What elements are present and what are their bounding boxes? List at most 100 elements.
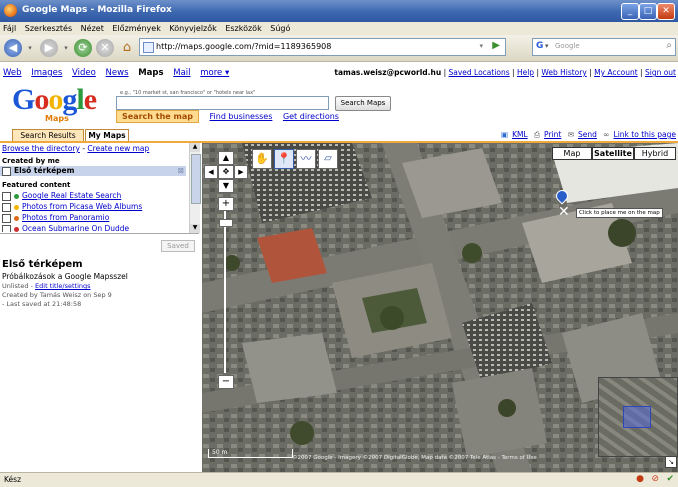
gbar-mail[interactable]: Mail <box>173 68 190 78</box>
menu-file[interactable]: Fájl <box>3 24 16 33</box>
search-icon[interactable]: ⌕ <box>666 40 672 51</box>
my-account-link[interactable]: My Account <box>594 68 638 77</box>
close-button[interactable]: ✕ <box>657 3 675 20</box>
shape-tool-icon[interactable]: ▱ <box>318 149 338 169</box>
print-icon[interactable]: ⎙ <box>534 130 540 139</box>
menu-view[interactable]: Nézet <box>81 24 104 33</box>
menu-help[interactable]: Súgó <box>270 24 290 33</box>
web-history-link[interactable]: Web History <box>541 68 586 77</box>
collapse-icon[interactable]: ⊠ <box>178 166 184 175</box>
map-type-hybrid-button[interactable]: Hybrid <box>634 147 676 160</box>
gbar-video[interactable]: Video <box>72 68 96 78</box>
map-type-satellite-button[interactable]: Satellite <box>592 147 634 160</box>
adblock-icon[interactable]: ⊘ <box>651 474 659 484</box>
print-link[interactable]: Print <box>544 130 561 139</box>
tab-search-the-map[interactable]: Search the map <box>116 110 199 123</box>
featured-item[interactable]: Ocean Submarine On Dudde <box>2 224 129 232</box>
my-map-item[interactable]: Első térképem ⊠ <box>0 166 186 176</box>
search-engine-icon[interactable]: G <box>536 41 543 51</box>
back-dropdown-icon[interactable]: ▾ <box>26 39 34 57</box>
featured-checkbox[interactable] <box>2 224 11 232</box>
create-new-map-link[interactable]: Create new map <box>87 144 149 153</box>
tab-search-results[interactable]: Search Results <box>12 129 84 141</box>
scroll-thumb[interactable] <box>191 154 201 204</box>
saved-button[interactable]: Saved <box>161 240 195 252</box>
map-type-map-button[interactable]: Map <box>552 147 592 160</box>
last-saved-text: Last saved at 21:48:58 <box>6 300 82 308</box>
security-icon[interactable]: ✔ <box>666 474 674 484</box>
stop-icon[interactable]: ✕ <box>96 39 114 57</box>
sign-out-link[interactable]: Sign out <box>645 68 676 77</box>
zoom-out-icon[interactable]: − <box>218 375 234 389</box>
placemark-tool-icon[interactable]: 📍 <box>274 149 294 169</box>
pan-up-icon[interactable]: ▲ <box>218 151 234 165</box>
pan-left-icon[interactable]: ◀ <box>204 165 218 179</box>
my-map-checkbox[interactable] <box>2 166 11 176</box>
hand-tool-icon[interactable]: ✋ <box>252 149 272 169</box>
tab-find-businesses[interactable]: Find businesses <box>210 112 273 121</box>
featured-checkbox[interactable] <box>2 191 11 201</box>
browse-directory-link[interactable]: Browse the directory <box>2 144 80 153</box>
mail-icon[interactable]: ✉ <box>568 130 574 139</box>
status-addon-icon[interactable]: ● <box>636 474 644 484</box>
overview-toggle-icon[interactable]: ↘ <box>665 456 677 468</box>
reload-icon[interactable]: ⟳ <box>74 39 92 57</box>
address-bar[interactable]: http://maps.google.com/?mid=1189365908 ▾… <box>139 38 506 56</box>
saved-locations-link[interactable]: Saved Locations <box>448 68 509 77</box>
list-scrollbar[interactable]: ▲ ▼ <box>189 143 201 233</box>
back-icon[interactable]: ◀ <box>4 39 22 57</box>
gbar-news[interactable]: News <box>106 68 129 78</box>
zoom-in-icon[interactable]: + <box>218 197 234 211</box>
go-icon[interactable]: ▶ <box>492 40 500 51</box>
overview-viewport-box[interactable] <box>623 406 651 428</box>
gbar-web[interactable]: Web <box>3 68 22 78</box>
search-maps-button[interactable]: Search Maps <box>335 96 391 111</box>
gbar-images[interactable]: Images <box>31 68 62 78</box>
line-tool-icon[interactable]: 〰 <box>296 149 316 169</box>
pan-center-icon[interactable]: ✥ <box>218 165 234 179</box>
minimize-button[interactable]: _ <box>621 3 639 20</box>
pan-right-icon[interactable]: ▶ <box>234 165 248 179</box>
zoom-slider-track[interactable] <box>224 211 226 373</box>
link-to-page[interactable]: Link to this page <box>614 130 676 139</box>
edit-settings-link[interactable]: Edit title/settings <box>35 282 90 290</box>
featured-item[interactable]: Photos from Panoramio <box>2 213 109 223</box>
tab-my-maps[interactable]: My Maps <box>85 129 129 141</box>
link-icon[interactable]: ∞ <box>603 130 609 139</box>
menu-history[interactable]: Előzmények <box>112 24 160 33</box>
google-maps-logo[interactable]: Google <box>12 83 97 117</box>
send-link[interactable]: Send <box>578 130 597 139</box>
zoom-slider-handle[interactable] <box>219 219 233 227</box>
browser-search-box[interactable]: G ▾ Google ⌕ <box>532 38 676 56</box>
map-search-input[interactable] <box>116 96 329 110</box>
featured-item[interactable]: Photos from Picasa Web Albums <box>2 202 142 212</box>
scroll-down-icon[interactable]: ▼ <box>190 224 200 233</box>
help-link[interactable]: Help <box>517 68 534 77</box>
menu-bookmarks[interactable]: Könyvjelzők <box>169 24 216 33</box>
featured-checkbox[interactable] <box>2 213 11 223</box>
unlisted-label: Unlisted <box>2 282 29 290</box>
kml-icon[interactable]: ▣ <box>501 130 508 139</box>
forward-icon[interactable]: ▶ <box>40 39 58 57</box>
forward-dropdown-icon[interactable]: ▾ <box>62 39 70 57</box>
featured-checkbox[interactable] <box>2 202 11 212</box>
maximize-button[interactable]: □ <box>639 3 657 20</box>
tab-get-directions[interactable]: Get directions <box>283 112 339 121</box>
history-dropdown-icon[interactable]: ▾ <box>479 42 483 50</box>
featured-item-label[interactable]: Google Real Estate Search <box>22 191 121 200</box>
menu-tools[interactable]: Eszközök <box>225 24 261 33</box>
kml-link[interactable]: KML <box>512 130 528 139</box>
featured-item[interactable]: Google Real Estate Search <box>2 191 121 201</box>
engine-dropdown-icon[interactable]: ▾ <box>545 42 549 50</box>
gbar-more[interactable]: more ▾ <box>200 68 229 78</box>
map-viewport[interactable]: ▲ ◀ ✥ ▶ ▼ + − ✋ 📍 〰 ▱ Map Satellite Hybr… <box>202 143 678 472</box>
my-map-label: Első térképem <box>14 166 75 175</box>
featured-item-label[interactable]: Photos from Panoramio <box>22 213 109 222</box>
pan-down-icon[interactable]: ▼ <box>218 179 234 193</box>
featured-item-label[interactable]: Ocean Submarine On Dudde <box>22 224 129 232</box>
home-icon[interactable]: ⌂ <box>118 39 136 57</box>
scroll-up-icon[interactable]: ▲ <box>190 143 200 152</box>
featured-item-label[interactable]: Photos from Picasa Web Albums <box>22 202 142 211</box>
menu-edit[interactable]: Szerkesztés <box>25 24 72 33</box>
overview-map[interactable] <box>598 377 678 457</box>
